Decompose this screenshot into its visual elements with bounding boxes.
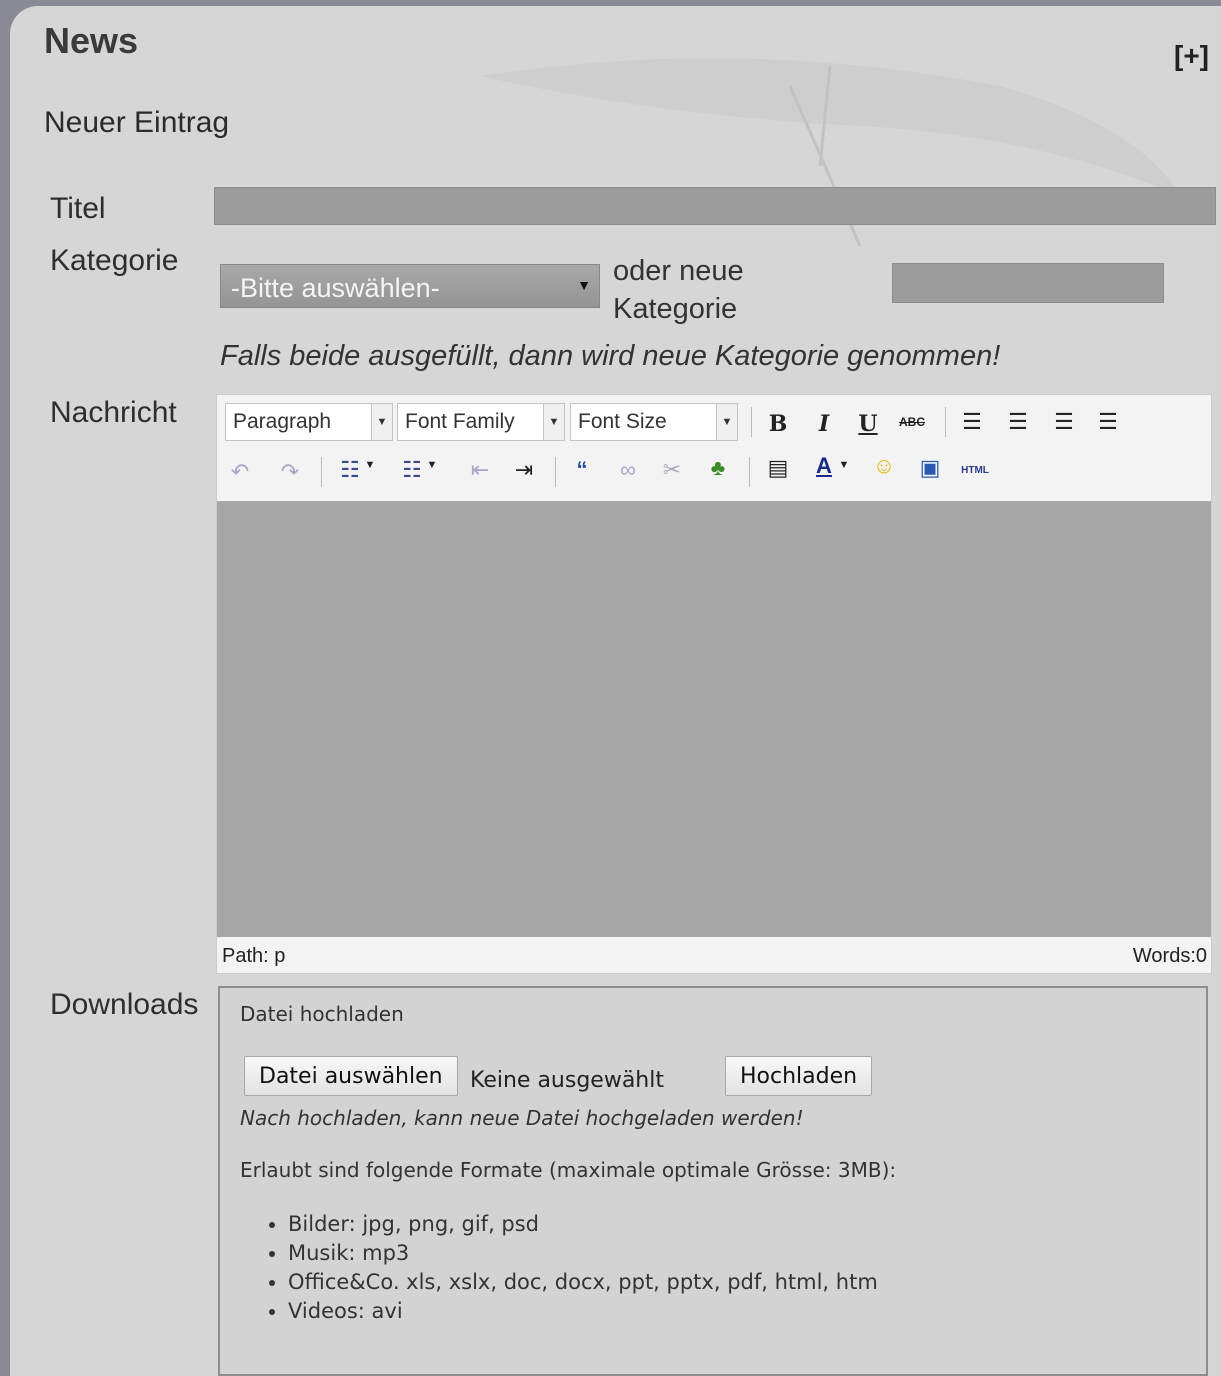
toolbar-separator xyxy=(945,407,946,437)
italic-button[interactable]: I xyxy=(809,411,839,437)
expand-button[interactable]: [+] xyxy=(1174,40,1209,72)
upload-legend: Datei hochladen xyxy=(240,1002,404,1026)
align-justify-icon[interactable]: ☰ xyxy=(1093,409,1123,435)
news-panel: News [+] Neuer Eintrag Titel Kategorie -… xyxy=(10,6,1221,1376)
editor-toolbar: Paragraph ▼ Font Family ▼ Font Size ▼ B … xyxy=(217,395,1211,501)
chevron-down-icon: ▼ xyxy=(716,404,737,440)
numbered-list-icon[interactable]: ☷ xyxy=(397,457,427,483)
chevron-down-icon[interactable]: ▼ xyxy=(837,459,851,471)
list-item: Musik: mp3 xyxy=(288,1239,878,1268)
chevron-down-icon[interactable]: ▼ xyxy=(425,459,439,471)
redo-icon[interactable]: ↷ xyxy=(275,459,305,485)
emoticon-icon[interactable]: ☺ xyxy=(869,453,899,479)
category-select-value: -Bitte auswählen- xyxy=(231,273,440,303)
page-title: News xyxy=(44,20,139,61)
title-label: Titel xyxy=(50,192,106,225)
chevron-down-icon[interactable]: ▼ xyxy=(363,459,377,471)
no-file-selected-text: Keine ausgewählt xyxy=(470,1068,664,1093)
toolbar-separator xyxy=(751,407,752,437)
category-label: Kategorie xyxy=(50,244,179,277)
font-size-select[interactable]: Font Size ▼ xyxy=(570,403,738,441)
html-source-button[interactable]: HTML xyxy=(955,465,995,476)
formats-heading: Erlaubt sind folgende Formate (maximale … xyxy=(240,1158,897,1182)
rich-text-editor: Paragraph ▼ Font Family ▼ Font Size ▼ B … xyxy=(216,394,1212,974)
hang-glider-background-image xyxy=(480,58,1180,247)
upload-fieldset: Datei hochladen Datei auswählen Keine au… xyxy=(218,986,1208,1376)
dropdown-arrow-icon: ▼ xyxy=(577,277,591,293)
format-select[interactable]: Paragraph ▼ xyxy=(225,403,393,441)
editor-path: Path: p xyxy=(222,945,286,967)
choose-file-button[interactable]: Datei auswählen xyxy=(244,1056,458,1096)
new-category-label: oder neue Kategorie xyxy=(613,252,744,328)
font-size-value: Font Size xyxy=(578,410,667,433)
list-item: Videos: avi xyxy=(288,1297,878,1326)
blockquote-icon[interactable]: “ xyxy=(567,457,597,483)
new-category-label-line1: oder neue xyxy=(613,255,744,287)
title-input[interactable] xyxy=(214,187,1216,225)
strikethrough-button[interactable]: ABC xyxy=(897,415,927,429)
upload-note: Nach hochladen, kann neue Datei hochgela… xyxy=(240,1106,804,1130)
toolbar-separator xyxy=(555,457,556,487)
image-icon[interactable]: ♣ xyxy=(703,455,733,481)
unlink-icon[interactable]: ✂ xyxy=(657,457,687,483)
message-label: Nachricht xyxy=(50,396,177,429)
word-count: Words:0 xyxy=(1132,945,1207,967)
bullet-list-icon[interactable]: ☷ xyxy=(335,457,365,483)
media-icon[interactable]: ▤ xyxy=(763,455,793,481)
undo-icon[interactable]: ↶ xyxy=(225,459,255,485)
new-category-input[interactable] xyxy=(892,263,1164,303)
outdent-icon[interactable]: ⇤ xyxy=(465,457,495,483)
template-icon[interactable]: ▣ xyxy=(915,455,945,481)
indent-icon[interactable]: ⇥ xyxy=(509,457,539,483)
text-color-icon[interactable]: A xyxy=(809,453,839,479)
new-category-label-line2: Kategorie xyxy=(613,293,738,325)
link-icon[interactable]: ∞ xyxy=(613,457,643,483)
chevron-down-icon: ▼ xyxy=(371,404,392,440)
font-family-select[interactable]: Font Family ▼ xyxy=(397,403,565,441)
list-item: Office&Co. xls, xslx, doc, docx, ppt, pp… xyxy=(288,1268,878,1297)
bold-button[interactable]: B xyxy=(763,411,793,437)
toolbar-separator xyxy=(749,457,750,487)
underline-button[interactable]: U xyxy=(853,411,883,437)
font-family-value: Font Family xyxy=(405,410,515,433)
category-hint: Falls beide ausgefüllt, dann wird neue K… xyxy=(220,340,1001,372)
editor-statusbar: Path: p Words:0 xyxy=(217,937,1211,973)
format-select-value: Paragraph xyxy=(233,410,332,433)
list-item: Bilder: jpg, png, gif, psd xyxy=(288,1210,878,1239)
downloads-label: Downloads xyxy=(50,988,199,1021)
toolbar-separator xyxy=(321,457,322,487)
category-select[interactable]: -Bitte auswählen- ▼ xyxy=(220,264,600,308)
align-center-icon[interactable]: ☰ xyxy=(1003,409,1033,435)
align-right-icon[interactable]: ☰ xyxy=(1049,409,1079,435)
new-entry-heading: Neuer Eintrag xyxy=(44,106,230,139)
align-left-icon[interactable]: ☰ xyxy=(957,409,987,435)
formats-list: Bilder: jpg, png, gif, psd Musik: mp3 Of… xyxy=(268,1210,878,1326)
chevron-down-icon: ▼ xyxy=(543,404,564,440)
upload-button[interactable]: Hochladen xyxy=(725,1056,873,1096)
